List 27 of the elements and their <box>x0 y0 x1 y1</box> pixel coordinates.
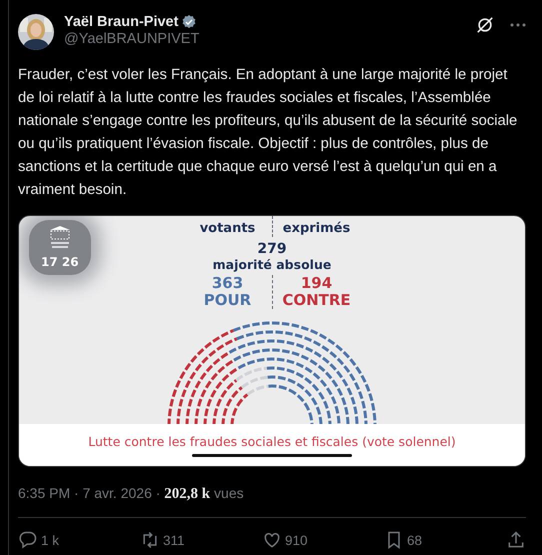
share-button[interactable] <box>506 530 526 550</box>
like-button[interactable]: 910 <box>262 530 352 550</box>
avatar-icon[interactable] <box>18 14 54 50</box>
repost-button[interactable]: 311 <box>140 530 230 550</box>
vote-label: POUR <box>204 292 252 309</box>
views-label: vues <box>214 485 244 501</box>
post-timestamp[interactable]: 6:35 PM · 7 avr. 2026 · <box>18 485 160 501</box>
vote-label: CONTRE <box>282 292 351 309</box>
stat-label: exprimés <box>282 220 350 237</box>
like-icon <box>262 530 282 550</box>
vote-results-image[interactable]: 17 26 votants exprimés 279 majorité absolue 363 POUR 194 CONTRE Lutte contre les fraudes sociales et fiscales (vote solennel) <box>18 215 526 467</box>
author-handle[interactable]: @YaelBRAUNPIVET <box>64 31 466 47</box>
author-name[interactable]: Yaël Braun-Pivet <box>64 14 178 30</box>
vote-count: 363 <box>212 275 244 292</box>
more-icon[interactable] <box>510 23 526 27</box>
reply-button[interactable]: 1 k <box>18 530 108 550</box>
bookmark-button[interactable]: 68 <box>384 530 474 550</box>
tweet-text: Frauder, c’est voler les Français. En adoptant à une large majorité le projet de loi relatif à la lutte contre les fraudes sociales et fiscales, l’Assemblée nationale s’engage contre les profiteurs, qu’ils abusent de la sécurité sociale ou qu’ils pratiquent l’évasion fiscale. Objectif : plus de contrôles, plus de sanctions et la certitude que chaque euro versé l’est à quelqu’un qui en a vraiment besoin. <box>18 66 518 200</box>
reply-icon <box>18 530 38 550</box>
view-count: 202,8 k <box>164 486 210 502</box>
vote-count: 194 <box>300 275 332 292</box>
image-caption: Lutte contre les fraudes sociales et fiscales (vote solennel) <box>88 434 456 448</box>
majority-label: majorité absolue <box>212 257 332 273</box>
stat-label: votants <box>200 220 256 237</box>
logo-caption: 17 26 <box>41 255 79 269</box>
majority-value: 279 <box>257 241 287 257</box>
share-icon <box>506 530 526 550</box>
